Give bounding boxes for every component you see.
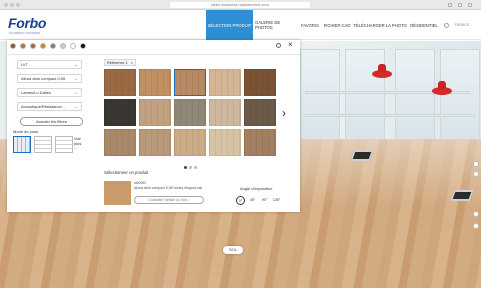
logo-tagline: FLOORING SYSTEMS [9,31,40,35]
product-tile[interactable] [244,99,276,126]
nav-cad-file[interactable]: FICHIER CAD [323,10,351,40]
product-tile[interactable] [244,129,276,156]
floor-vent [449,190,475,201]
product-tile[interactable] [139,129,171,156]
selected-product-thumbnail [104,181,131,205]
laying-pattern-option[interactable] [13,136,31,153]
product-tile[interactable] [104,69,136,96]
color-swatch[interactable] [30,43,36,49]
product-tile[interactable] [209,99,241,126]
window [440,49,480,144]
color-swatch[interactable] [80,43,86,49]
product-details-button[interactable]: Consulter l'article ou Voir... [134,196,204,204]
angle-title: Angle d'exposition [240,186,273,191]
dropdown-value: Acoustique/Résistance... [21,104,66,109]
see-more-text: ... [74,145,78,150]
fullscreen-icon[interactable] [473,223,479,229]
display-shelf [305,114,475,117]
minimize-window-icon[interactable] [10,3,14,7]
angle-option[interactable]: 90° [260,196,269,205]
color-swatch[interactable] [40,43,46,49]
selected-product-info: w60052 Allura click compact 0,55 honey e… [134,181,202,190]
product-tile[interactable] [174,129,206,156]
color-filter-bar [10,43,86,49]
dropdown-value: LVT [21,62,29,67]
window [300,49,340,144]
angle-option[interactable]: 45° [248,196,257,205]
nav-product-selection[interactable]: SÉLECTION PRODUIT [206,10,253,40]
language-selector[interactable]: FRANCE [451,10,473,40]
chevron-down-icon: ⌄ [74,104,78,109]
browser-toolbar: farbo-business.nepaservice.com [0,0,481,10]
angle-selector: 0° 45° 90° 135° [236,196,281,205]
page-dot[interactable] [194,166,197,169]
nav-favorites[interactable]: FAVORIS [299,10,321,40]
globe-icon[interactable] [444,23,449,28]
product-tile[interactable] [139,99,171,126]
nav-residential[interactable]: RÉSIDENTIEL [409,10,439,40]
selected-product-title: Sélectionner un produit [104,170,149,175]
floor-vent [349,150,375,161]
product-tile[interactable] [104,129,136,156]
angle-option[interactable]: 135° [272,196,281,205]
address-bar[interactable]: farbo-business.nepaservice.com [170,2,310,8]
product-tile[interactable] [174,69,206,96]
page-dot[interactable] [189,166,192,169]
close-window-icon[interactable] [4,3,8,7]
red-hat [372,64,392,78]
product-tile[interactable] [139,69,171,96]
tab-reference[interactable]: Référence 1x [104,59,136,66]
product-tile[interactable] [209,129,241,156]
filter-collection-dropdown[interactable]: Allura click compact 0,55 ⌄ [17,74,82,83]
tabs-icon[interactable] [458,3,462,7]
color-swatch[interactable] [50,43,56,49]
close-tab-icon[interactable]: x [131,61,133,65]
filter-property-dropdown[interactable]: Acoustique/Résistance... ⌄ [17,102,82,111]
rotate-icon[interactable] [473,211,479,217]
window [395,49,435,144]
tab-label: Référence 1 [107,61,128,65]
search-icon[interactable] [276,43,281,48]
product-tile[interactable] [244,69,276,96]
close-icon[interactable]: × [288,41,293,49]
forbo-logo[interactable]: Forbo [8,15,46,31]
share-icon[interactable] [448,3,452,7]
color-swatch[interactable] [70,43,76,49]
nav-upload-photo[interactable]: TÉLÉCHARGER LA PHOTO [353,10,407,40]
chevron-down-icon: ⌄ [74,76,78,81]
red-hat [432,81,452,95]
angle-option[interactable]: 0° [236,196,245,205]
zoom-out-icon[interactable] [473,171,479,177]
color-swatch[interactable] [20,43,26,49]
laying-pattern-option[interactable] [55,136,73,153]
product-grid [104,69,277,157]
nav-photo-gallery[interactable]: GALERIE DE PHOTOS [255,10,297,40]
laying-mode-title: Mode de pose [13,129,39,134]
cancel-filters-button[interactable]: Annuler les filtres [20,117,83,126]
panel-divider [7,54,300,55]
dropdown-value: Lames/Lo Dalles [21,90,51,95]
product-tile[interactable] [209,69,241,96]
color-swatch[interactable] [10,43,16,49]
chevron-right-icon[interactable]: › [282,107,286,119]
page-dot[interactable] [184,166,187,169]
chevron-down-icon: ⌄ [74,90,78,95]
maximize-window-icon[interactable] [16,3,20,7]
product-tile[interactable] [174,99,206,126]
floor-surface-label[interactable]: SOL [223,246,243,254]
zoom-in-icon[interactable] [473,161,479,167]
pagination [184,166,197,169]
product-tile[interactable] [104,99,136,126]
product-name: Allura click compact 0,55 honey elegant … [134,185,203,190]
add-tab-icon[interactable] [468,3,472,7]
laying-pattern-option[interactable] [34,136,52,153]
window-controls[interactable] [4,3,20,7]
filter-format-dropdown[interactable]: Lames/Lo Dalles ⌄ [17,88,82,97]
dropdown-value: Allura click compact 0,55 [21,76,66,81]
filter-category-dropdown[interactable]: LVT ⌄ [17,60,82,69]
see-more-patterns-link[interactable]: Voir plus ... [74,136,81,151]
chevron-down-icon: ⌄ [74,62,78,67]
color-swatch[interactable] [60,43,66,49]
